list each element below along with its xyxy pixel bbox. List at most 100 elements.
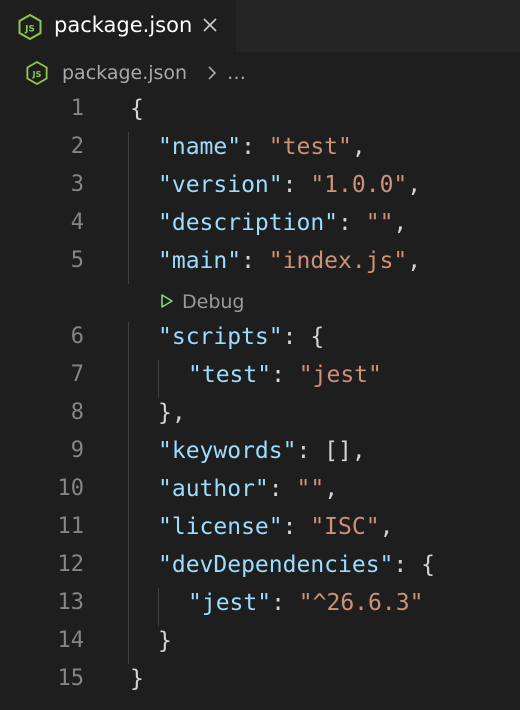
code-text: "name": "test",	[158, 132, 366, 162]
code-line[interactable]: 6 "scripts": {	[0, 318, 520, 356]
json-key: "main"	[158, 248, 242, 274]
code-text: "license": "ISC",	[158, 512, 393, 542]
svg-text:JS: JS	[31, 69, 41, 79]
code-line[interactable]: 7 "test": "jest"	[0, 356, 520, 394]
code-editor[interactable]: Debug 1{2 "name": "test", 3 "version": "1.0…	[0, 90, 520, 710]
line-number: 10	[57, 476, 85, 501]
line-number: 1	[70, 96, 84, 121]
json-key: "version"	[158, 172, 283, 198]
json-punctuation: :	[271, 590, 299, 616]
code-line[interactable]: 14}	[0, 622, 520, 660]
code-text: "test": "jest"	[188, 360, 382, 390]
json-punctuation: ,	[393, 210, 408, 236]
code-text: }	[158, 626, 172, 656]
json-punctuation: : {	[393, 552, 435, 578]
json-string: "test"	[268, 134, 352, 160]
json-punctuation: ,	[407, 248, 422, 274]
code-line[interactable]: 10 "author": "",	[0, 470, 520, 508]
json-string: "index.js"	[268, 248, 408, 274]
line-number: 15	[57, 666, 85, 691]
code-text: "keywords": [],	[158, 436, 366, 466]
line-number: 11	[57, 514, 85, 539]
code-line[interactable]: 11 "license": "ISC",	[0, 508, 520, 546]
code-line[interactable]: 12 "devDependencies": {	[0, 546, 520, 584]
codelens-debug[interactable]: Debug	[160, 287, 244, 317]
line-number: 9	[70, 438, 84, 463]
code-text: "version": "1.0.0",	[158, 170, 421, 200]
codelens-label: Debug	[182, 291, 245, 313]
json-punctuation: {	[130, 96, 144, 122]
code-line[interactable]: 2 "name": "test",	[0, 128, 520, 166]
code-text: "scripts": {	[158, 322, 324, 352]
json-punctuation: ,	[407, 172, 422, 198]
tab-bar: JS package.json	[0, 0, 520, 52]
json-punctuation: :	[241, 134, 269, 160]
chevron-right-icon	[205, 63, 219, 87]
tab-label: package.json	[54, 13, 193, 37]
json-punctuation: :	[282, 514, 311, 540]
json-punctuation: ,	[379, 514, 394, 540]
json-punctuation: }	[130, 666, 144, 692]
json-string: "1.0.0"	[310, 172, 408, 198]
json-string: "^26.6.3"	[298, 590, 424, 616]
code-text: "jest": "^26.6.3"	[188, 588, 423, 618]
line-number: 13	[57, 590, 85, 615]
close-icon[interactable]	[198, 13, 222, 37]
code-text: }	[130, 664, 144, 694]
json-punctuation: }	[158, 628, 172, 654]
json-punctuation: : {	[282, 324, 325, 350]
json-key: "name"	[158, 134, 242, 160]
line-number: 2	[70, 134, 84, 159]
json-punctuation: : [],	[296, 438, 366, 464]
code-text: "main": "index.js",	[158, 246, 421, 276]
json-punctuation: :	[268, 476, 297, 502]
json-punctuation: },	[158, 400, 186, 426]
json-key: "scripts"	[158, 324, 283, 350]
code-line[interactable]: 4 "description": "",	[0, 204, 520, 242]
line-number: 4	[70, 210, 84, 235]
json-punctuation: :	[271, 362, 299, 388]
json-key: "keywords"	[158, 438, 297, 464]
editor-window: JS package.json JS package.json … Debug …	[0, 0, 520, 710]
line-number: 14	[57, 628, 85, 653]
code-text: {	[130, 94, 144, 124]
line-number: 6	[70, 324, 84, 349]
breadcrumb-more[interactable]: …	[227, 60, 246, 86]
json-punctuation: :	[241, 248, 269, 274]
json-key: "jest"	[188, 590, 272, 616]
play-icon	[160, 289, 174, 315]
code-line[interactable]: 3 "version": "1.0.0",	[0, 166, 520, 204]
code-line[interactable]: 8},	[0, 394, 520, 432]
line-number: 5	[70, 248, 84, 273]
line-number: 7	[70, 362, 84, 387]
breadcrumb: JS package.json …	[0, 56, 520, 92]
code-text: "author": "",	[158, 474, 338, 504]
json-string: ""	[296, 476, 325, 502]
json-key: "test"	[188, 362, 272, 388]
json-string: "jest"	[298, 362, 382, 388]
line-number: 8	[70, 400, 84, 425]
json-string: ""	[365, 210, 394, 236]
json-key: "author"	[158, 476, 269, 502]
json-key: "license"	[158, 514, 283, 540]
code-line[interactable]: 13 "jest": "^26.6.3"	[0, 584, 520, 622]
json-punctuation: :	[282, 172, 311, 198]
code-text: "description": "",	[158, 208, 407, 238]
code-text: },	[158, 398, 186, 428]
svg-text:JS: JS	[24, 25, 35, 35]
json-punctuation: ,	[324, 476, 339, 502]
line-number: 12	[57, 552, 85, 577]
breadcrumb-file[interactable]: package.json	[62, 60, 187, 86]
nodejs-icon: JS	[18, 13, 42, 44]
code-text: "devDependencies": {	[158, 550, 435, 580]
json-key: "devDependencies"	[158, 552, 394, 578]
code-line[interactable]: 15}	[0, 660, 520, 698]
code-line[interactable]: 1{	[0, 90, 520, 128]
tab-package-json[interactable]: JS package.json	[0, 0, 236, 52]
code-line[interactable]: 5 "main": "index.js",	[0, 242, 520, 280]
nodejs-icon: JS	[26, 60, 48, 89]
code-line[interactable]: 9 "keywords": [],	[0, 432, 520, 470]
json-punctuation: ,	[351, 134, 366, 160]
line-number: 3	[70, 172, 84, 197]
json-string: "ISC"	[310, 514, 380, 540]
